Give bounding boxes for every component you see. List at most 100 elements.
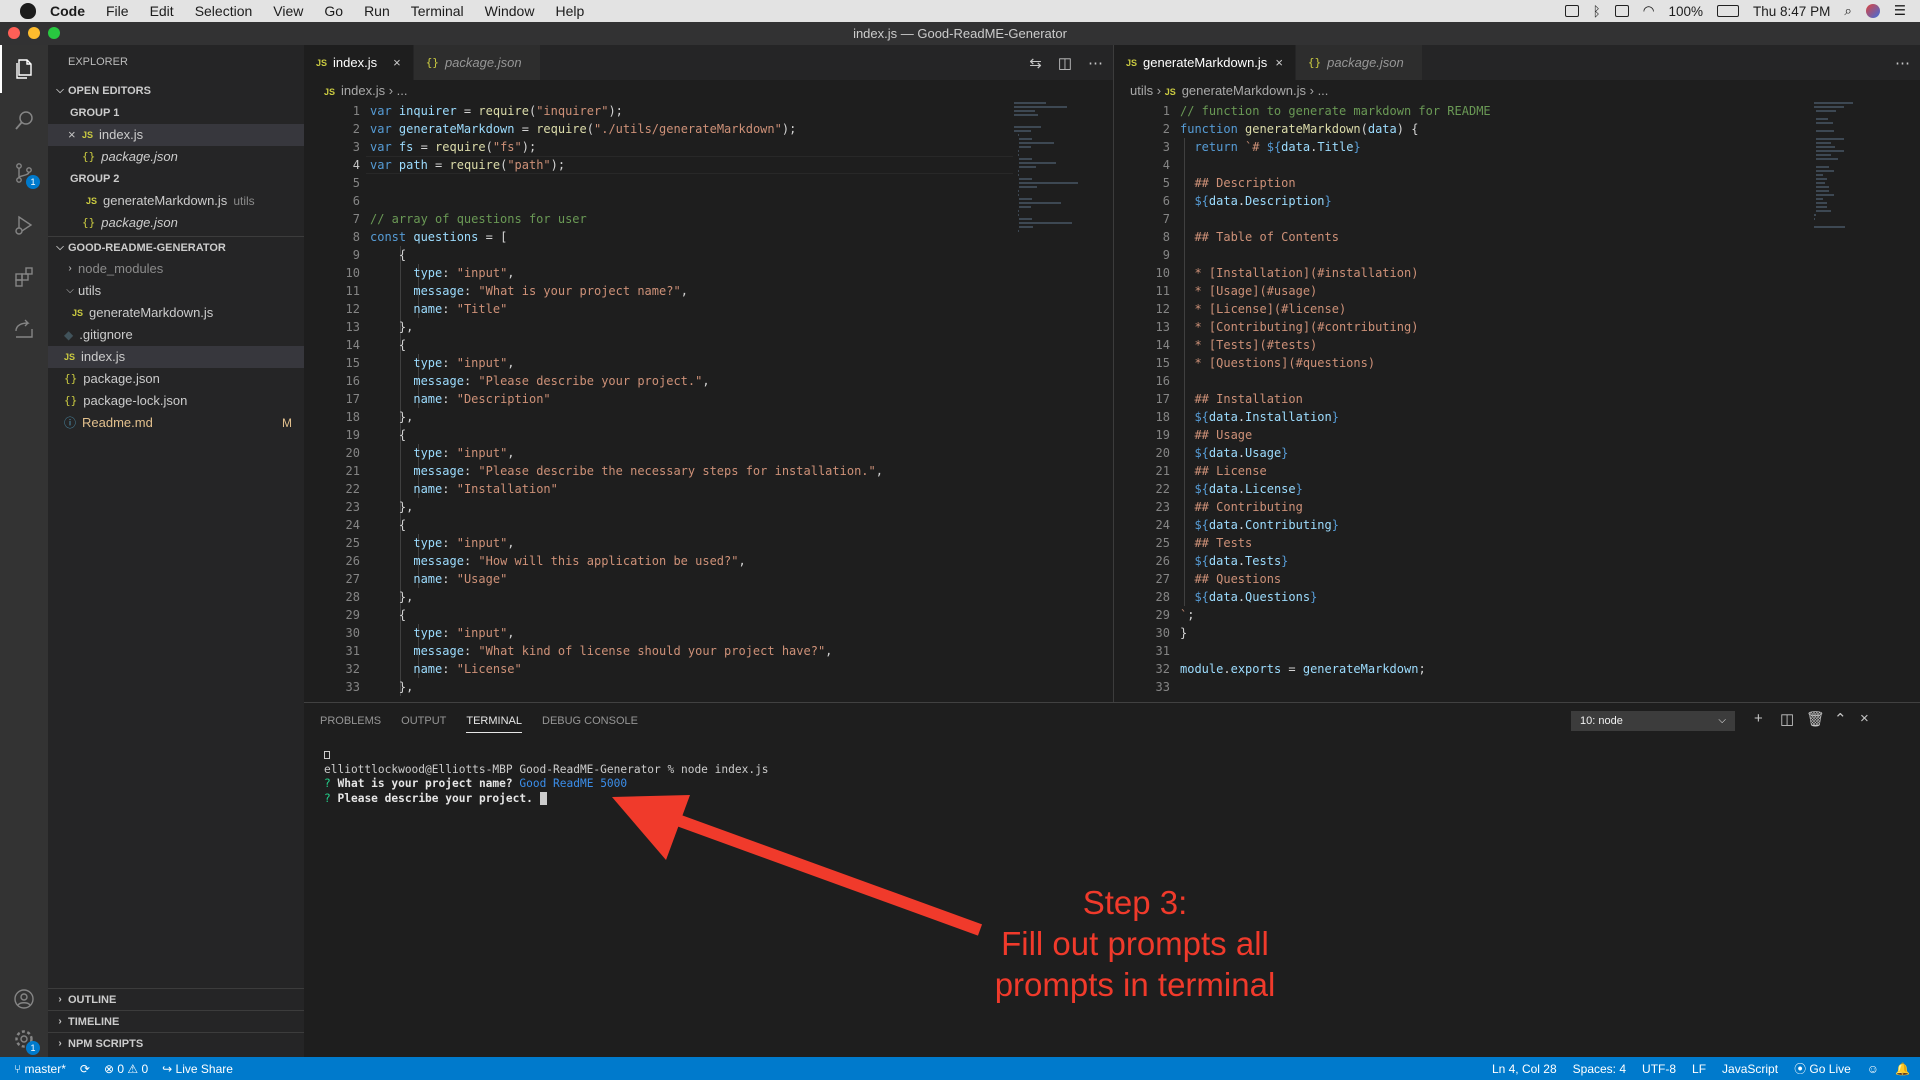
split-icon[interactable]: ◫ bbox=[1780, 710, 1794, 728]
zoom-window-button[interactable] bbox=[48, 27, 60, 39]
menu-run[interactable]: Run bbox=[364, 3, 390, 19]
menu-clock[interactable]: Thu 8:47 PM bbox=[1753, 4, 1830, 19]
close-icon[interactable]: × bbox=[1860, 710, 1869, 727]
explorer-sidebar: EXPLORER ⌵ OPEN EDITORS GROUP 1 × JS index.… bbox=[48, 45, 304, 1057]
menu-go[interactable]: Go bbox=[324, 3, 343, 19]
settings-gear-icon[interactable]: 1 bbox=[0, 1015, 48, 1063]
minimap-line bbox=[1815, 182, 1825, 184]
extensions-icon[interactable] bbox=[0, 253, 48, 301]
tab-terminal[interactable]: TERMINAL bbox=[466, 715, 522, 733]
sync-icon[interactable]: ⟳ bbox=[80, 1062, 90, 1076]
zoom-icon[interactable] bbox=[1564, 5, 1579, 17]
folder-node-modules[interactable]: › node_modules bbox=[48, 258, 304, 280]
file-generate-markdown[interactable]: JS generateMarkdown.js bbox=[48, 302, 304, 324]
menu-view[interactable]: View bbox=[273, 3, 303, 19]
folder-utils[interactable]: ⌵ utils bbox=[48, 280, 304, 302]
file-package-lock-json[interactable]: {} package-lock.json bbox=[48, 390, 304, 412]
cursor-position[interactable]: Ln 4, Col 28 bbox=[1492, 1062, 1557, 1076]
terminal-output[interactable]: elliottlockwood@Elliotts-MBP Good-ReadME… bbox=[324, 748, 769, 806]
open-editor-index-js[interactable]: × JS index.js bbox=[48, 124, 304, 146]
code-line: type: "input", bbox=[413, 356, 515, 370]
open-editor-package-json-2[interactable]: {} package.json bbox=[48, 212, 304, 234]
breadcrumb-file[interactable]: generateMarkdown.js bbox=[1182, 83, 1306, 98]
breadcrumb-symbol[interactable]: ... bbox=[1318, 83, 1329, 98]
tab-package-json-right[interactable]: {} package.json bbox=[1295, 45, 1423, 80]
siri-icon[interactable] bbox=[1865, 4, 1880, 18]
minimap-left[interactable] bbox=[1014, 102, 1104, 242]
plus-icon[interactable]: + bbox=[1754, 710, 1763, 727]
menu-app-name[interactable]: Code bbox=[50, 3, 85, 19]
explorer-icon[interactable] bbox=[0, 45, 48, 93]
tab-package-json[interactable]: {} package.json bbox=[413, 45, 541, 80]
line-number: 12 bbox=[345, 302, 360, 316]
file-index-js[interactable]: JS index.js bbox=[48, 346, 304, 368]
run-debug-icon[interactable] bbox=[0, 201, 48, 249]
project-header[interactable]: ⌵ GOOD-README-GENERATOR bbox=[48, 236, 304, 258]
more-actions-icon[interactable]: ⋯ bbox=[1088, 54, 1103, 72]
split-editor-icon[interactable]: ◫ bbox=[1058, 54, 1072, 72]
tab-debug-console[interactable]: DEBUG CONSOLE bbox=[542, 715, 638, 727]
search-icon[interactable] bbox=[0, 97, 48, 145]
line-number: 4 bbox=[352, 158, 360, 172]
apple-icon[interactable] bbox=[20, 3, 36, 19]
close-icon[interactable]: × bbox=[68, 124, 82, 146]
tab-problems[interactable]: PROBLEMS bbox=[320, 715, 381, 727]
open-editors-header[interactable]: ⌵ OPEN EDITORS bbox=[48, 80, 304, 102]
chevron-up-icon[interactable]: ⌃ bbox=[1834, 710, 1847, 728]
minimize-window-button[interactable] bbox=[28, 27, 40, 39]
open-editor-generate-markdown[interactable]: JS generateMarkdown.js utils bbox=[48, 190, 304, 212]
spotlight-search-icon[interactable]: ⌕ bbox=[1844, 3, 1852, 19]
live-share-status[interactable]: ↪ Live Share bbox=[162, 1062, 233, 1076]
code-area-right[interactable]: 1 // function to generate markdown for RE… bbox=[1114, 102, 1920, 702]
open-editor-package-json[interactable]: {} package.json bbox=[48, 146, 304, 168]
close-icon[interactable]: × bbox=[1275, 55, 1283, 70]
indentation[interactable]: Spaces: 4 bbox=[1573, 1062, 1626, 1076]
menu-help[interactable]: Help bbox=[555, 3, 584, 19]
branch-indicator[interactable]: ⑂ master* bbox=[14, 1062, 66, 1076]
menu-terminal[interactable]: Terminal bbox=[411, 3, 464, 19]
tab-index-js[interactable]: JS index.js × bbox=[304, 45, 414, 80]
minimap-right[interactable] bbox=[1814, 102, 1904, 242]
code-line: ## Table of Contents bbox=[1180, 230, 1339, 244]
language-mode[interactable]: JavaScript bbox=[1722, 1062, 1778, 1076]
battery-icon[interactable] bbox=[1717, 5, 1740, 17]
open-changes-icon[interactable]: ⇆ bbox=[1029, 54, 1042, 72]
timeline-header[interactable]: › TIMELINE bbox=[48, 1010, 304, 1032]
trash-icon[interactable]: 🗑 bbox=[1806, 710, 1825, 728]
go-live-button[interactable]: ⦿ Go Live bbox=[1794, 1060, 1851, 1077]
notifications-bell-icon[interactable]: 🔔 bbox=[1895, 1062, 1910, 1076]
menu-edit[interactable]: Edit bbox=[150, 3, 174, 19]
feedback-icon[interactable]: ☺ bbox=[1867, 1062, 1879, 1076]
wifi-icon[interactable]: ◠ bbox=[1643, 3, 1655, 19]
menu-file[interactable]: File bbox=[106, 3, 129, 19]
tab-output[interactable]: OUTPUT bbox=[401, 715, 446, 727]
minimap-line bbox=[1815, 202, 1828, 204]
more-actions-icon[interactable]: ⋯ bbox=[1895, 54, 1910, 72]
npm-scripts-header[interactable]: › NPM SCRIPTS bbox=[48, 1032, 304, 1054]
file-package-json[interactable]: {} package.json bbox=[48, 368, 304, 390]
line-number: 5 bbox=[1162, 176, 1170, 190]
file-readme-md[interactable]: ⓘ Readme.md M bbox=[48, 412, 304, 434]
encoding[interactable]: UTF-8 bbox=[1642, 1062, 1676, 1076]
bluetooth-icon[interactable]: ᛒ bbox=[1593, 4, 1601, 19]
problems-indicator[interactable]: ⊗ 0 ⚠ 0 bbox=[104, 1062, 148, 1076]
tab-generate-markdown[interactable]: JS generateMarkdown.js × bbox=[1114, 45, 1296, 80]
code-area-left[interactable]: 1 var inquirer = require("inquirer"); 2 var… bbox=[304, 102, 1113, 702]
display-icon[interactable] bbox=[1614, 5, 1629, 17]
breadcrumb-symbol[interactable]: ... bbox=[397, 83, 408, 98]
eol[interactable]: LF bbox=[1692, 1062, 1706, 1076]
control-center-icon[interactable]: ☰ bbox=[1894, 3, 1906, 19]
menu-selection[interactable]: Selection bbox=[195, 3, 253, 19]
close-icon[interactable]: × bbox=[393, 55, 401, 70]
outline-header[interactable]: › OUTLINE bbox=[48, 988, 304, 1010]
menu-window[interactable]: Window bbox=[485, 3, 535, 19]
breadcrumb-folder[interactable]: utils bbox=[1130, 83, 1153, 98]
window-title: index.js — Good-ReadME-Generator bbox=[853, 26, 1067, 41]
live-share-icon[interactable] bbox=[0, 305, 48, 353]
breadcrumb-file[interactable]: index.js bbox=[341, 83, 385, 98]
terminal-select[interactable]: 10: node ⌵ bbox=[1571, 711, 1735, 731]
source-control-icon[interactable]: 1 bbox=[0, 149, 48, 197]
close-window-button[interactable] bbox=[8, 27, 20, 39]
file-gitignore[interactable]: ◆ .gitignore bbox=[48, 324, 304, 346]
line-number: 15 bbox=[1155, 356, 1170, 370]
